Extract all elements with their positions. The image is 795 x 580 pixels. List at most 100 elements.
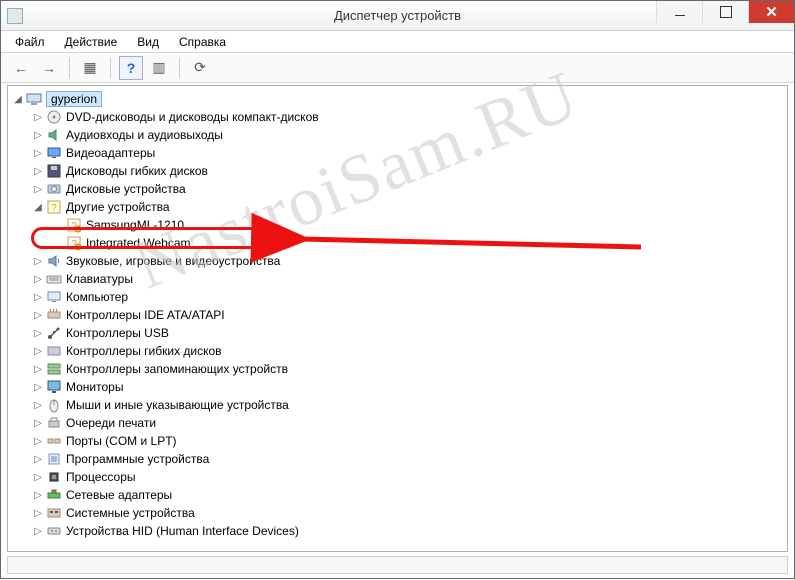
toolbar: ← → ▦ ? ▥ ⟳: [1, 53, 794, 83]
tree-node[interactable]: ▷Порты (COM и LPT): [10, 432, 785, 450]
unknown-icon: ?!: [66, 217, 82, 233]
disk-icon: [46, 181, 62, 197]
tree-node-label: Контроллеры запоминающих устройств: [66, 362, 288, 376]
tree-node-label: Сетевые адаптеры: [66, 488, 172, 502]
expand-toggle[interactable]: ▷: [32, 256, 44, 267]
menu-file[interactable]: Файл: [5, 33, 55, 51]
tree-node[interactable]: ▷DVD-дисководы и дисководы компакт-диско…: [10, 108, 785, 126]
tree-node[interactable]: ▷Дисковые устройства: [10, 180, 785, 198]
forward-button[interactable]: →: [37, 56, 61, 80]
tree-node[interactable]: ▷ Контроллеры запоминающих устройств: [10, 360, 785, 378]
expand-toggle[interactable]: ▷: [32, 112, 44, 123]
tree-node[interactable]: ▷ Сетевые адаптеры: [10, 486, 785, 504]
tree-node[interactable]: ▷Компьютер: [10, 288, 785, 306]
expand-toggle[interactable]: ▷: [32, 166, 44, 177]
tree-node[interactable]: ▷ Мыши и иные указывающие устройства: [10, 396, 785, 414]
tree-node[interactable]: ▷ Очереди печати: [10, 414, 785, 432]
expand-toggle[interactable]: ▷: [32, 400, 44, 411]
scan-button[interactable]: ▥: [147, 56, 171, 80]
expand-toggle[interactable]: ▷: [32, 472, 44, 483]
expand-toggle[interactable]: ◢: [12, 94, 24, 105]
other-icon: ?: [46, 199, 62, 215]
cpu-icon: [46, 469, 62, 485]
ports-icon: [46, 433, 62, 449]
expand-toggle[interactable]: ▷: [32, 508, 44, 519]
system-icon: [46, 505, 62, 521]
tree-node[interactable]: ▷ Видеоадаптеры: [10, 144, 785, 162]
tree-node[interactable]: ▷Звуковые, игровые и видеоустройства: [10, 252, 785, 270]
tree-root[interactable]: ◢ gyperion: [10, 90, 785, 108]
tree-node-label: Аудиовходы и аудиовыходы: [66, 128, 223, 142]
tree-node-label: Видеоадаптеры: [66, 146, 155, 160]
tree-node[interactable]: ▷ Дисководы гибких дисков: [10, 162, 785, 180]
computer-icon: [26, 91, 42, 107]
tree-node-label: Очереди печати: [66, 416, 156, 430]
menu-view[interactable]: Вид: [127, 33, 169, 51]
expand-toggle[interactable]: ▷: [32, 328, 44, 339]
expand-toggle[interactable]: ▷: [32, 526, 44, 537]
tree-node-label: Другие устройства: [66, 200, 170, 214]
minimize-button[interactable]: [656, 1, 702, 23]
titlebar: Диспетчер устройств: [1, 1, 794, 31]
tree-node[interactable]: ▷Устройства HID (Human Interface Devices…: [10, 522, 785, 540]
expand-toggle[interactable]: ▷: [32, 292, 44, 303]
toolbar-separator: [69, 58, 70, 78]
audio-icon: [46, 127, 62, 143]
software-icon: [46, 451, 62, 467]
window-buttons: [656, 1, 794, 30]
tree-node-label: Дисководы гибких дисков: [66, 164, 208, 178]
tree-node[interactable]: ?! SamsungML-1210: [10, 216, 785, 234]
tree-node-label: Контроллеры USB: [66, 326, 169, 340]
expand-toggle[interactable]: ▷: [32, 310, 44, 321]
tree-node[interactable]: ▷Мониторы: [10, 378, 785, 396]
expand-toggle[interactable]: ▷: [32, 436, 44, 447]
tree-node[interactable]: ?! Integrated Webcam: [10, 234, 785, 252]
tree-node[interactable]: ▷ Системные устройства: [10, 504, 785, 522]
menubar: Файл Действие Вид Справка: [1, 31, 794, 53]
tree-node-label: gyperion: [46, 91, 102, 107]
unknown-icon: ?!: [66, 235, 82, 251]
computer-icon: [46, 289, 62, 305]
tree-node[interactable]: ◢? Другие устройства: [10, 198, 785, 216]
tree-node-label: Системные устройства: [66, 506, 195, 520]
sound-icon: [46, 253, 62, 269]
display-icon: [46, 145, 62, 161]
tree-node-label: Integrated Webcam: [86, 236, 191, 250]
expand-toggle[interactable]: ▷: [32, 148, 44, 159]
tree-node-label: SamsungML-1210: [86, 218, 184, 232]
close-button[interactable]: [748, 1, 794, 23]
tree-node[interactable]: ▷ Контроллеры USB: [10, 324, 785, 342]
expand-toggle[interactable]: ▷: [32, 490, 44, 501]
expand-toggle[interactable]: ▷: [32, 130, 44, 141]
usb-icon: [46, 325, 62, 341]
tree-node[interactable]: ▷ Процессоры: [10, 468, 785, 486]
back-button[interactable]: ←: [9, 56, 33, 80]
expand-toggle[interactable]: ▷: [32, 364, 44, 375]
svg-text:!: !: [77, 227, 78, 233]
dvd-icon: [46, 109, 62, 125]
tree-node[interactable]: ▷ Аудиовходы и аудиовыходы: [10, 126, 785, 144]
show-hidden-button[interactable]: ▦: [78, 56, 102, 80]
maximize-button[interactable]: [702, 1, 748, 23]
tree-node-label: Мыши и иные указывающие устройства: [66, 398, 289, 412]
tree-node-label: Процессоры: [66, 470, 136, 484]
hid-icon: [46, 523, 62, 539]
tree-node[interactable]: ▷Контроллеры IDE ATA/ATAPI: [10, 306, 785, 324]
expand-toggle[interactable]: ▷: [32, 418, 44, 429]
expand-toggle[interactable]: ▷: [32, 346, 44, 357]
menu-help[interactable]: Справка: [169, 33, 236, 51]
mouse-icon: [46, 397, 62, 413]
expand-toggle[interactable]: ▷: [32, 382, 44, 393]
refresh-button[interactable]: ⟳: [188, 56, 212, 80]
tree-node[interactable]: ▷Клавиатуры: [10, 270, 785, 288]
menu-action[interactable]: Действие: [55, 33, 128, 51]
expand-toggle[interactable]: ▷: [32, 454, 44, 465]
expand-toggle[interactable]: ▷: [32, 184, 44, 195]
tree-node[interactable]: ▷Контроллеры гибких дисков: [10, 342, 785, 360]
device-tree[interactable]: ◢ gyperion▷DVD-дисководы и дисководы комп…: [7, 85, 788, 552]
expand-toggle[interactable]: ▷: [32, 274, 44, 285]
help-button[interactable]: ?: [119, 56, 143, 80]
monitor-icon: [46, 379, 62, 395]
tree-node[interactable]: ▷Программные устройства: [10, 450, 785, 468]
expand-toggle[interactable]: ◢: [32, 202, 44, 213]
